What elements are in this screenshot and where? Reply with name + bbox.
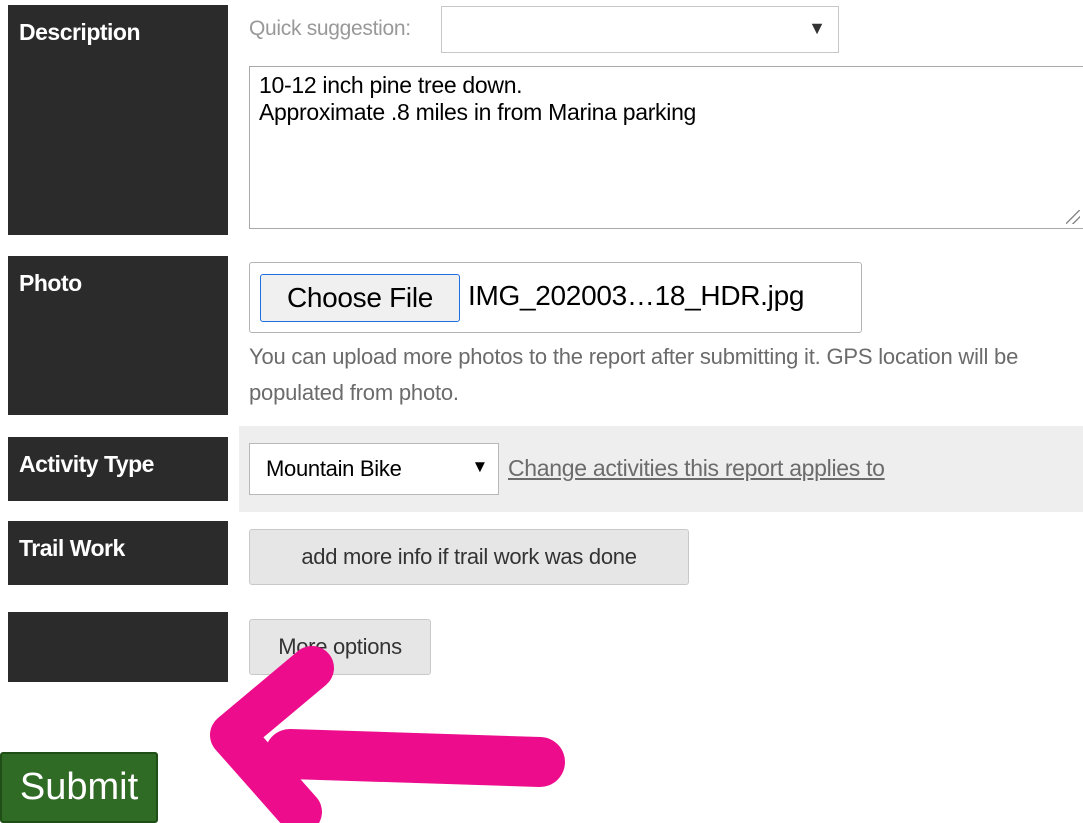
quick-suggestion-label: Quick suggestion: <box>249 17 411 40</box>
activity-type-value: Mountain Bike <box>266 456 402 481</box>
more-options-label <box>8 612 228 682</box>
resize-handle-icon[interactable] <box>1066 210 1080 224</box>
selected-file-name: IMG_202003…18_HDR.jpg <box>468 280 805 311</box>
photo-label: Photo <box>8 256 228 415</box>
activity-type-label: Activity Type <box>8 437 228 501</box>
more-options-button[interactable]: More options <box>249 619 431 675</box>
choose-file-button[interactable]: Choose File <box>260 274 460 322</box>
trail-work-label: Trail Work <box>8 521 228 585</box>
submit-button[interactable]: Submit <box>0 752 158 823</box>
description-textarea[interactable]: 10-12 inch pine tree down. Approximate .… <box>249 66 1083 229</box>
photo-help-text: You can upload more photos to the report… <box>249 344 1019 405</box>
dropdown-arrow-icon: ▼ <box>808 18 826 38</box>
dropdown-arrow-icon: ▼ <box>471 457 488 476</box>
description-label: Description <box>8 5 228 235</box>
change-activities-link[interactable]: Change activities this report applies to <box>508 455 885 482</box>
activity-type-select[interactable]: Mountain Bike ▼ <box>249 443 499 495</box>
arrow-head <box>210 646 334 823</box>
trail-work-info-button[interactable]: add more info if trail work was done <box>249 529 689 585</box>
arrow-shaft <box>265 729 565 787</box>
quick-suggestion-select[interactable]: ▼ <box>441 6 839 53</box>
